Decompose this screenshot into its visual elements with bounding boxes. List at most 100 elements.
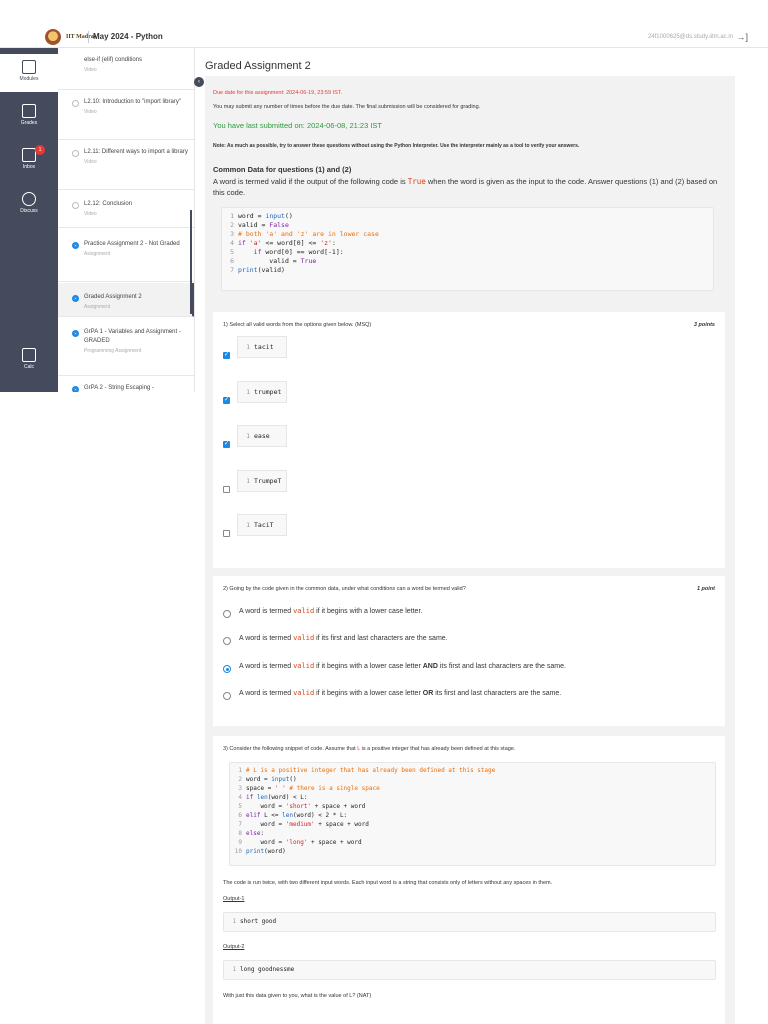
question-1-points: 3 points	[693, 322, 715, 328]
rail-modules[interactable]: Modules	[0, 54, 58, 92]
question-1-card: 1) Select all valid words from the optio…	[213, 312, 725, 568]
sidebar-item-title: L2.11: Different ways to import a librar…	[84, 149, 188, 155]
code-line: 5 if word[0] == word[-1]:	[230, 248, 344, 256]
sidebar-scrollbar[interactable]	[190, 210, 192, 314]
left-nav-rail: Modules Grades 1 Inbox Discuss Calc	[0, 48, 58, 392]
option-radio-selected[interactable]	[223, 665, 231, 673]
true-literal: True	[407, 177, 426, 186]
course-title[interactable]: May 2024 - Python	[93, 32, 163, 41]
code-line: 5 word = 'short' + space + word	[238, 803, 366, 810]
sidebar-item-type: Video	[84, 159, 97, 165]
code-line: 4 if len(word) < L:	[238, 794, 308, 801]
common-code-block: 1 word = input() 2 valid = False 3 # both '…	[221, 207, 714, 291]
sidebar-item[interactable]: GrPA 1 - Variables and Assignment - GRAD…	[58, 320, 194, 376]
page-title: Graded Assignment 2	[205, 60, 311, 72]
output-1-text: 1 short good	[232, 918, 277, 925]
option-word: 1 TaciT	[246, 521, 274, 529]
code-line: 4 if 'a' <= word[0] <= 'z':	[230, 239, 336, 247]
desc-part: A word is termed valid if the output of …	[213, 177, 406, 186]
option-checkbox[interactable]	[223, 530, 230, 537]
sidebar-item-type: Programming Assignment	[84, 348, 142, 354]
grades-icon	[22, 104, 36, 118]
option-radio[interactable]	[223, 692, 231, 700]
due-date: Due date for this assignment: 2024-06-19…	[213, 90, 343, 96]
rail-calc-label: Calc	[23, 364, 34, 370]
note: Note: As much as possible, try to answer…	[213, 143, 580, 149]
assignment-status-icon	[72, 242, 79, 249]
sidebar-item[interactable]: L2.12: Conclusion Video	[58, 192, 194, 228]
inbox-icon	[22, 148, 36, 162]
option-code: 1 ease	[237, 425, 287, 447]
code-line: 7 word = 'medium' + space + word	[238, 821, 369, 828]
option-radio[interactable]	[223, 610, 231, 618]
output-2-block: 1 long goodnessme	[223, 960, 716, 980]
code-line: 7 print(valid)	[230, 266, 285, 274]
question-3-text: 3) Consider the following snippet of cod…	[223, 746, 516, 752]
question-1-text: 1) Select all valid words from the optio…	[223, 322, 372, 328]
output-2-label: Output-2	[223, 944, 245, 950]
assignment-panel: Due date for this assignment: 2024-06-19…	[205, 76, 735, 1024]
option-text[interactable]: A word is termed valid if its first and …	[239, 634, 448, 642]
option-word: 1 tacit	[246, 343, 274, 351]
option-radio[interactable]	[223, 637, 231, 645]
option-code: 1 tacit	[237, 336, 287, 358]
collapse-sidebar-icon[interactable]: ‹	[194, 77, 204, 87]
calculator-icon	[22, 348, 36, 362]
option-code: 1 TaciT	[237, 514, 287, 536]
option-checkbox[interactable]	[223, 440, 230, 448]
question-2-points: 1 point	[696, 586, 715, 592]
rail-calc[interactable]: Calc	[0, 348, 58, 370]
sidebar-item-type: Video	[84, 109, 97, 115]
rail-inbox[interactable]: 1 Inbox	[0, 145, 58, 170]
option-word: 1 ease	[246, 432, 270, 440]
code-line: 8 else:	[238, 830, 265, 837]
sidebar-item[interactable]: else-if (elif) conditions Video	[58, 56, 194, 90]
sidebar-item[interactable]: L2.10: Introduction to "import library" …	[58, 92, 194, 140]
rail-discuss[interactable]: Discuss	[0, 192, 58, 214]
option-text[interactable]: A word is termed valid if it begins with…	[239, 689, 561, 697]
option-checkbox[interactable]	[223, 486, 230, 493]
logout-icon[interactable]: →]	[736, 32, 748, 42]
sidebar-item-title: L2.12: Conclusion	[84, 201, 133, 207]
sidebar-item[interactable]: Practice Assignment 2 - Not Graded Assig…	[58, 234, 194, 282]
code-line: 6 valid = True	[230, 257, 317, 265]
option-code: 1 TrumpeT	[237, 470, 287, 492]
option-code: 1 trumpet	[237, 381, 287, 403]
option-text[interactable]: A word is termed valid if it begins with…	[239, 607, 422, 615]
code-line: 1 word = input()	[230, 212, 293, 220]
code-line: 2 word = input()	[238, 776, 297, 783]
inbox-badge: 1	[35, 145, 45, 155]
sidebar-item[interactable]: L2.11: Different ways to import a librar…	[58, 142, 194, 190]
brand-name: IIT Madras	[66, 34, 97, 40]
option-word: 1 trumpet	[246, 388, 282, 396]
user-email: 24f1000625@ds.study.iitm.ac.in	[647, 34, 733, 40]
output-2-text: 1 long goodnessme	[232, 966, 295, 973]
assignment-status-icon	[72, 386, 79, 392]
sidebar-item[interactable]: GrPA 2 - String Escaping -	[58, 380, 194, 392]
rail-modules-label: Modules	[19, 76, 39, 82]
option-checkbox[interactable]	[223, 396, 230, 404]
incomplete-status-icon	[72, 202, 79, 209]
rail-grades[interactable]: Grades	[0, 104, 58, 126]
top-bar: IIT Madras May 2024 - Python 24f1000625@…	[0, 0, 768, 48]
code-line: 1 # L is a positive integer that has alre…	[238, 767, 496, 774]
common-data-description: A word is termed valid if the output of …	[213, 176, 723, 198]
sidebar-item-active[interactable]: Graded Assignment 2 Assignment	[58, 283, 194, 317]
output-1-label: Output-1	[223, 896, 245, 902]
assignment-status-icon	[72, 330, 79, 337]
code-line: 10 print(word)	[234, 848, 286, 855]
q3-run-text: The code is run twice, with two differen…	[223, 880, 553, 886]
iitm-logo-icon	[45, 29, 61, 45]
course-sidebar: else-if (elif) conditions Video L2.10: I…	[58, 48, 195, 392]
rail-discuss-label: Discuss	[20, 208, 38, 214]
code-line: 3 space = ' ' # there is a single space	[238, 785, 380, 792]
sidebar-item-title: GrPA 2 - String Escaping -	[84, 385, 154, 391]
sidebar-item-title: Graded Assignment 2	[84, 294, 142, 300]
discuss-icon	[22, 192, 36, 206]
option-checkbox[interactable]	[223, 351, 230, 359]
sidebar-item-title: GrPA 1 - Variables and Assignment - GRAD…	[84, 329, 181, 344]
sidebar-item-title: Practice Assignment 2 - Not Graded	[84, 241, 180, 247]
option-text[interactable]: A word is termed valid if it begins with…	[239, 662, 566, 670]
brand-divider	[88, 31, 89, 43]
code-line: 9 word = 'long' + space + word	[238, 839, 362, 846]
